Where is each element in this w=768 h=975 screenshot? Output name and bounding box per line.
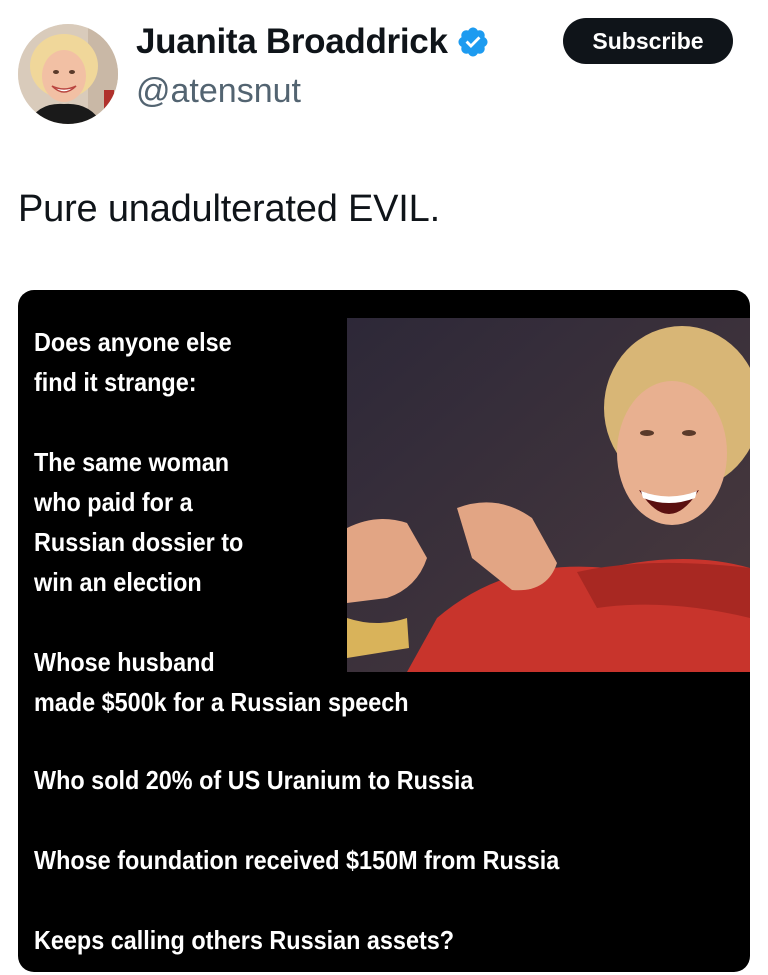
meme-line: who paid for a	[34, 487, 193, 517]
meme-photo	[347, 318, 750, 672]
meme-text-dossier: The same woman who paid for a Russian do…	[34, 442, 243, 602]
avatar[interactable]	[18, 24, 118, 124]
meme-line: Russian dossier to	[34, 527, 244, 557]
tweet-media-image[interactable]: Does anyone else find it strange: The sa…	[18, 290, 750, 972]
meme-line: Whose husband	[34, 647, 215, 677]
meme-line: Does anyone else	[34, 327, 232, 357]
meme-text-assets: Keeps calling others Russian assets?	[34, 920, 454, 960]
user-handle[interactable]: @atensnut	[136, 72, 301, 111]
verified-badge-icon[interactable]	[456, 25, 490, 59]
author-name-row: Juanita Broaddrick	[136, 20, 490, 64]
avatar-image	[18, 24, 118, 124]
meme-line: Who sold 20% of US Uranium to Russia	[34, 765, 474, 795]
meme-line: Keeps calling others Russian assets?	[34, 925, 455, 955]
meme-text-uranium: Who sold 20% of US Uranium to Russia	[34, 760, 473, 800]
meme-line: The same woman	[34, 447, 230, 477]
meme-line: find it strange:	[34, 367, 197, 397]
meme-text-husband: Whose husband made $500k for a Russian s…	[34, 642, 409, 722]
meme-line: win an election	[34, 567, 202, 597]
subscribe-button[interactable]: Subscribe	[563, 18, 733, 64]
display-name[interactable]: Juanita Broaddrick	[136, 22, 448, 62]
meme-line: Whose foundation received $150M from Rus…	[34, 845, 560, 875]
meme-text-intro: Does anyone else find it strange:	[34, 322, 232, 402]
tweet-text: Pure unadulterated EVIL.	[18, 188, 440, 230]
meme-line: made $500k for a Russian speech	[34, 687, 409, 717]
meme-text-foundation: Whose foundation received $150M from Rus…	[34, 840, 559, 880]
